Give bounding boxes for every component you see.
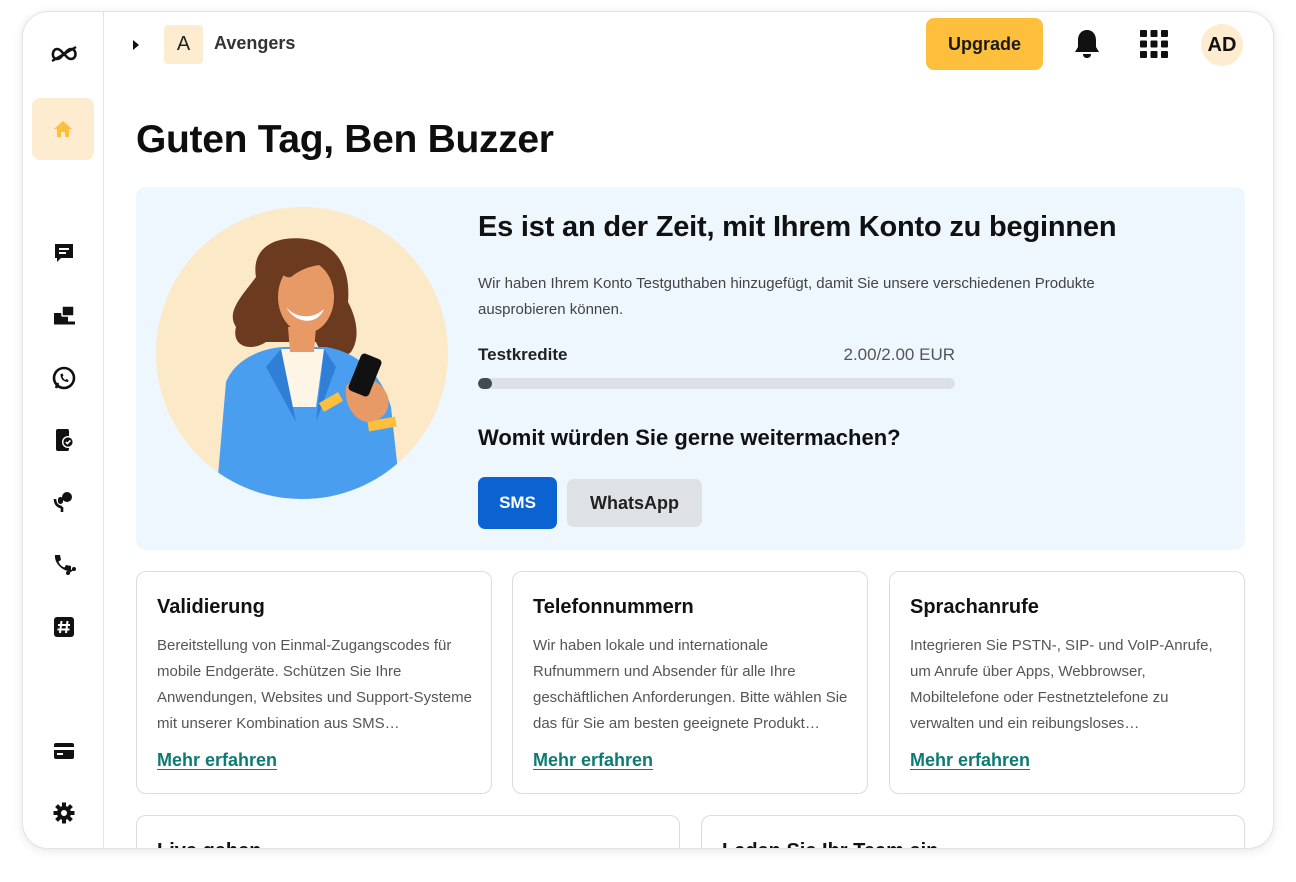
apps-grid-button[interactable]: [1134, 24, 1174, 64]
card-title: Live gehen: [157, 840, 261, 848]
hashtag-icon: [53, 617, 74, 637]
phone-flow-icon: [54, 555, 76, 575]
workspace-name[interactable]: Avengers: [214, 33, 295, 54]
card-title: Sprachanrufe: [910, 596, 1039, 618]
card-description: Integrieren Sie PSTN-, SIP- und VoIP-Anr…: [910, 637, 1213, 732]
apps-grid-icon: [1140, 30, 1168, 58]
whatsapp-icon: [52, 366, 75, 390]
caret-right-icon: [133, 40, 139, 50]
sidebar: [23, 12, 104, 848]
card-title: Laden Sie Ihr Team ein: [722, 840, 938, 848]
sidebar-item-verify[interactable]: [23, 420, 104, 460]
page-title: Guten Tag, Ben Buzzer: [136, 118, 554, 161]
product-card-voice-calls: Sprachanrufe Integrieren Sie PSTN-, SIP-…: [889, 571, 1245, 794]
sidebar-item-billing[interactable]: [23, 731, 104, 771]
logo-icon[interactable]: [23, 34, 104, 74]
sidebar-item-calls[interactable]: [23, 545, 104, 585]
sidebar-item-numbers[interactable]: [23, 607, 104, 647]
hero-description: Wir haben Ihrem Konto Testguthaben hinzu…: [478, 275, 1095, 318]
app-window: A Avengers Upgrade AD Guten Tag, Ben Buz…: [22, 11, 1274, 849]
card-description: Wir haben lokale und internationale Rufn…: [533, 637, 848, 732]
user-avatar[interactable]: AD: [1201, 24, 1243, 66]
settings-gear-icon: [53, 802, 74, 824]
product-card-validation: Validierung Bereitstellung von Einmal-Zu…: [136, 571, 492, 794]
sidebar-item-settings[interactable]: [23, 793, 104, 833]
hero-title: Es ist an der Zeit, mit Ihrem Konto zu b…: [478, 211, 1117, 243]
upgrade-button[interactable]: Upgrade: [926, 18, 1043, 70]
sidebar-item-whatsapp[interactable]: [23, 358, 104, 398]
sms-button[interactable]: SMS: [478, 477, 557, 529]
billing-card-icon: [53, 743, 74, 759]
notifications-button[interactable]: [1067, 24, 1107, 64]
learn-more-link[interactable]: Mehr erfahren: [157, 750, 277, 771]
card-description: Bereitstellung von Einmal-Zugangscodes f…: [157, 637, 472, 732]
sidebar-item-voice[interactable]: [23, 482, 104, 522]
onboarding-hero: Es ist an der Zeit, mit Ihrem Konto zu b…: [136, 187, 1245, 550]
card-invite-team[interactable]: Laden Sie Ihr Team ein: [701, 815, 1245, 848]
learn-more-link[interactable]: Mehr erfahren: [533, 750, 653, 771]
workspace-badge[interactable]: A: [164, 25, 203, 64]
credits-progress-fill: [478, 378, 493, 389]
inbox-icon: [53, 305, 75, 325]
credits-progress-bar: [478, 378, 955, 389]
credits-value: 2.00/2.00 EUR: [843, 345, 955, 364]
voice-icon: [53, 492, 72, 512]
continue-question: Womit würden Sie gerne weitermachen?: [478, 425, 901, 450]
sidebar-item-inbox[interactable]: [23, 295, 104, 335]
bell-icon: [1075, 30, 1099, 58]
workspace-toggle[interactable]: [129, 38, 143, 52]
woman-with-phone-illustration: [156, 207, 448, 499]
product-card-phone-numbers: Telefonnummern Wir haben lokale und inte…: [512, 571, 868, 794]
card-title: Validierung: [157, 596, 265, 618]
sidebar-item-home[interactable]: [32, 98, 94, 160]
whatsapp-button[interactable]: WhatsApp: [567, 479, 702, 527]
home-icon: [54, 121, 72, 137]
sidebar-item-messages[interactable]: [23, 233, 104, 273]
verify-icon: [55, 429, 74, 451]
card-go-live[interactable]: Live gehen: [136, 815, 680, 848]
credits-label: Testkredite: [478, 345, 568, 364]
learn-more-link[interactable]: Mehr erfahren: [910, 750, 1030, 771]
card-title: Telefonnummern: [533, 596, 694, 618]
chat-icon: [54, 244, 73, 262]
